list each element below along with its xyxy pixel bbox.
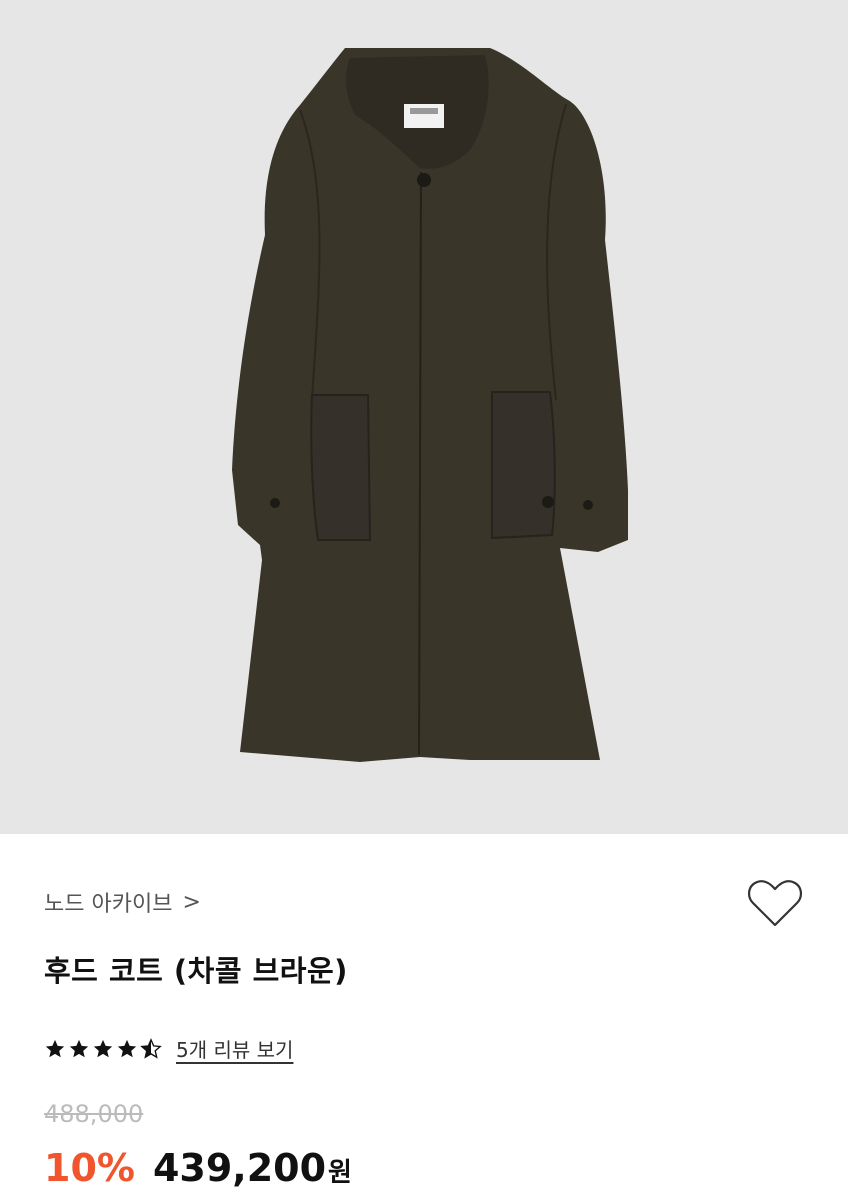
star-icon	[45, 1039, 65, 1057]
currency-unit: 원	[328, 1158, 352, 1188]
product-image[interactable]	[0, 0, 848, 834]
brand-name: 노드 아카이브	[44, 892, 173, 917]
star-rating	[44, 1037, 162, 1060]
coat-illustration	[232, 48, 628, 762]
price-row: 10% 439,200원	[44, 1146, 352, 1190]
review-link[interactable]: 5개 리뷰 보기	[176, 1034, 293, 1063]
product-info: 노드 아카이브 > 후드 코트 (차콜 브라운) 5개 리뷰 보기 488,00…	[0, 834, 848, 1200]
star-icon	[69, 1039, 89, 1057]
heart-outline-icon	[748, 880, 802, 927]
brand-link[interactable]: 노드 아카이브 >	[44, 886, 201, 918]
wishlist-button[interactable]	[746, 878, 804, 930]
rating-row: 5개 리뷰 보기	[44, 1034, 293, 1063]
star-half-icon	[140, 1037, 162, 1059]
sale-price: 439,200	[152, 1146, 327, 1190]
product-title: 후드 코트 (차콜 브라운)	[44, 954, 348, 988]
chevron-right-icon: >	[182, 889, 201, 915]
star-icon	[93, 1039, 113, 1057]
star-icon	[117, 1039, 137, 1057]
discount-rate: 10%	[44, 1146, 135, 1190]
original-price: 488,000	[44, 1100, 144, 1128]
